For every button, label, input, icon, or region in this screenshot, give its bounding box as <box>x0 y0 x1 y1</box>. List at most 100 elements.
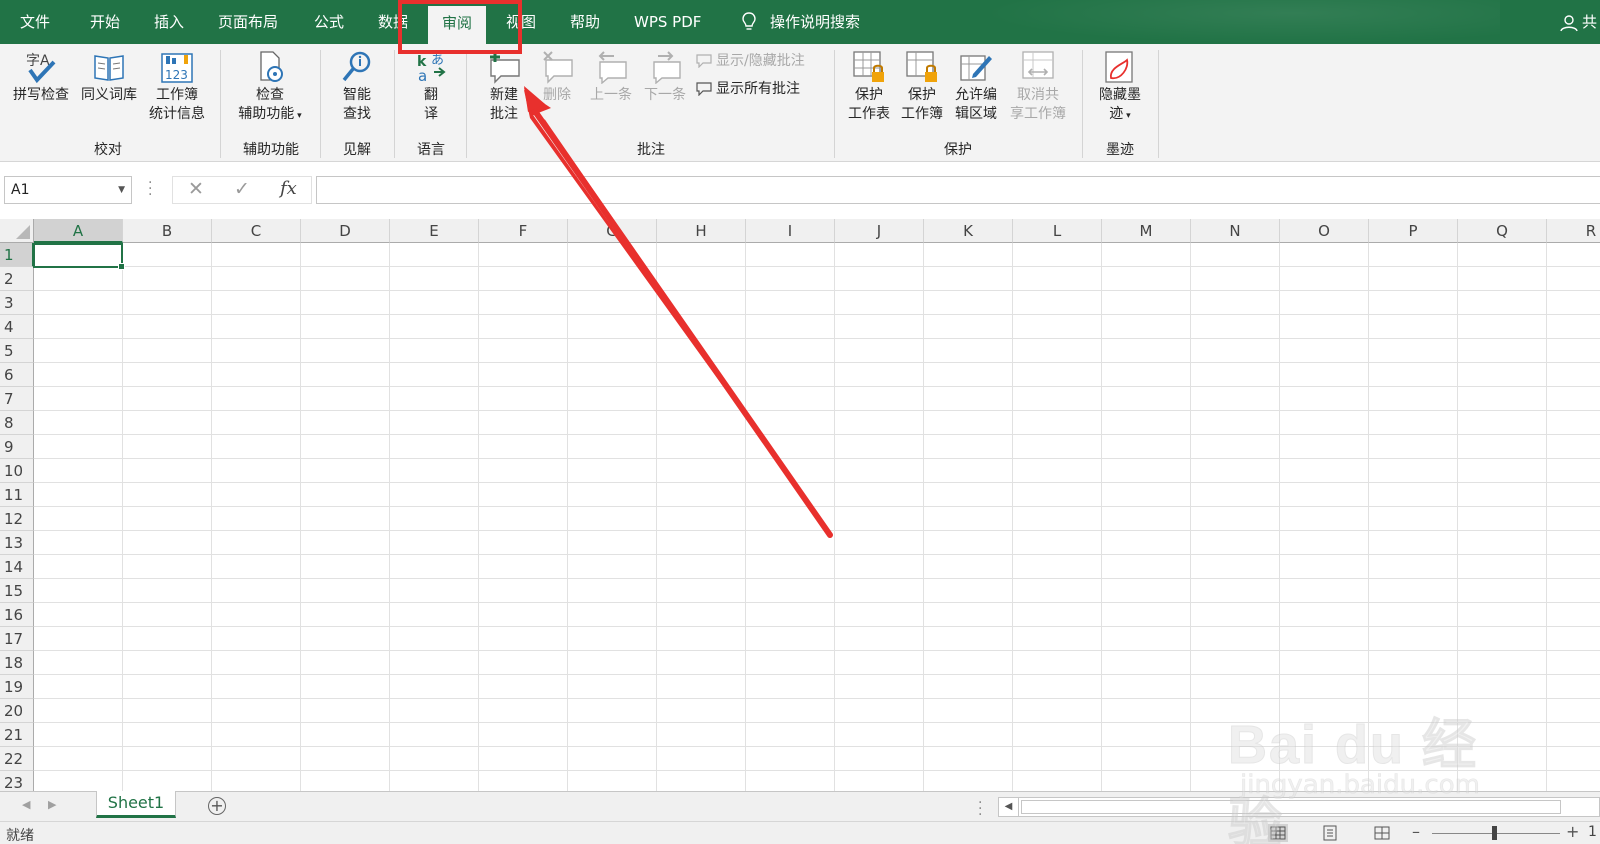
column-header[interactable]: F <box>479 219 568 243</box>
menu-file[interactable]: 文件 <box>20 0 50 44</box>
column-header[interactable]: D <box>301 219 390 243</box>
column-header[interactable]: R <box>1547 219 1600 243</box>
gridline-horizontal <box>34 410 1600 411</box>
column-header[interactable]: L <box>1013 219 1102 243</box>
row-header[interactable]: 4 <box>0 315 34 339</box>
cancel-icon[interactable]: ✕ <box>188 178 204 200</box>
zoom-percentage[interactable]: 1 <box>1588 824 1597 840</box>
ribbon-separator <box>1158 50 1159 158</box>
row-header[interactable]: 7 <box>0 387 34 411</box>
protect-sheet-button[interactable]: 保护 工作表 <box>844 50 894 124</box>
row-header[interactable]: 18 <box>0 651 34 675</box>
row-header[interactable]: 19 <box>0 675 34 699</box>
column-header[interactable]: A <box>34 219 123 243</box>
protect-workbook-button[interactable]: 保护 工作簿 <box>896 50 948 124</box>
row-header[interactable]: 17 <box>0 627 34 651</box>
column-header[interactable]: E <box>390 219 479 243</box>
row-header[interactable]: 16 <box>0 603 34 627</box>
previous-sheet-icon[interactable]: ◀ <box>22 798 30 811</box>
formula-bar-grip-icon[interactable]: · · · <box>148 176 152 202</box>
column-header[interactable]: J <box>835 219 924 243</box>
column-header[interactable]: K <box>924 219 1013 243</box>
row-header[interactable]: 15 <box>0 579 34 603</box>
group-proofing: 校对 <box>94 142 122 158</box>
unshare-workbook-button[interactable]: 取消共 享工作簿 <box>1004 50 1072 124</box>
menu-insert[interactable]: 插入 <box>154 0 184 44</box>
hide-ink-button[interactable]: 隐藏墨 迹 ▾ <box>1092 50 1148 126</box>
menu-page-layout[interactable]: 页面布局 <box>218 0 278 44</box>
column-header[interactable]: B <box>123 219 212 243</box>
row-header[interactable]: 10 <box>0 459 34 483</box>
unshare-workbook-icon <box>1022 51 1054 79</box>
tab-splitter-grip-icon[interactable]: · · · <box>978 796 982 822</box>
sheet-tab-sheet1[interactable]: Sheet1 <box>96 791 176 818</box>
row-header[interactable]: 14 <box>0 555 34 579</box>
column-header[interactable]: P <box>1369 219 1458 243</box>
user-icon[interactable] <box>1560 14 1578 32</box>
row-header[interactable]: 9 <box>0 435 34 459</box>
column-header[interactable]: Q <box>1458 219 1547 243</box>
hide-ink-label-2: 迹 <box>1109 106 1124 122</box>
show-all-comments-button[interactable]: 显示所有批注 <box>696 80 800 98</box>
next-sheet-icon[interactable]: ▶ <box>48 798 56 811</box>
delete-comment-button[interactable]: 删除 <box>532 50 582 105</box>
row-header[interactable]: 21 <box>0 723 34 747</box>
tell-me-search[interactable]: 操作说明搜索 <box>770 0 860 44</box>
row-header[interactable]: 2 <box>0 267 34 291</box>
row-header[interactable]: 22 <box>0 747 34 771</box>
menu-wps-pdf[interactable]: WPS PDF <box>634 0 701 44</box>
previous-comment-button[interactable]: 上一条 <box>584 50 638 105</box>
column-header[interactable]: H <box>657 219 746 243</box>
row-header[interactable]: 6 <box>0 363 34 387</box>
column-header[interactable]: I <box>746 219 835 243</box>
smart-lookup-button[interactable]: 智能 查找 <box>330 50 384 124</box>
ribbon-separator <box>1082 50 1083 158</box>
chevron-down-icon[interactable]: ▼ <box>118 177 125 203</box>
add-sheet-icon[interactable]: + <box>208 797 226 815</box>
row-header[interactable]: 13 <box>0 531 34 555</box>
edit-ranges-icon <box>960 55 992 81</box>
check-accessibility-label-2: 辅助功能 <box>238 106 295 122</box>
name-box[interactable]: A1 ▼ <box>4 176 132 204</box>
column-header[interactable]: N <box>1191 219 1280 243</box>
insert-function-button[interactable]: fx <box>280 178 297 199</box>
gridline-horizontal <box>34 290 1600 291</box>
share-button[interactable]: 共 <box>1582 0 1597 44</box>
gridline-horizontal <box>34 626 1600 627</box>
row-header[interactable]: 23 <box>0 771 34 791</box>
row-header[interactable]: 20 <box>0 699 34 723</box>
comment-toggle-icon <box>696 54 712 69</box>
allow-edit-ranges-button[interactable]: 允许编 辑区域 <box>950 50 1002 124</box>
row-header[interactable]: 8 <box>0 411 34 435</box>
unshare-workbook-label-1: 取消共 <box>1017 87 1059 103</box>
thesaurus-button[interactable]: 同义词库 <box>76 50 142 105</box>
row-header[interactable]: 12 <box>0 507 34 531</box>
translate-label-2: 译 <box>424 106 438 122</box>
formula-input[interactable] <box>316 176 1600 204</box>
spelling-label: 拼写检查 <box>13 87 69 103</box>
column-header[interactable]: M <box>1102 219 1191 243</box>
zoom-in-button[interactable]: + <box>1566 822 1579 841</box>
scroll-left-icon[interactable]: ◀ <box>999 798 1019 816</box>
translate-button[interactable]: k あ a 翻 译 <box>404 50 458 124</box>
column-header[interactable]: O <box>1280 219 1369 243</box>
workbook-stats-button[interactable]: 123 工作簿 统计信息 <box>142 50 212 124</box>
menu-help[interactable]: 帮助 <box>570 0 600 44</box>
row-header[interactable]: 11 <box>0 483 34 507</box>
menu-home[interactable]: 开始 <box>90 0 120 44</box>
row-header[interactable]: 1 <box>0 243 34 267</box>
enter-icon[interactable]: ✓ <box>234 178 250 200</box>
column-header[interactable]: G <box>568 219 657 243</box>
next-comment-button[interactable]: 下一条 <box>638 50 692 105</box>
select-all-button[interactable] <box>0 219 34 243</box>
menu-formulas[interactable]: 公式 <box>314 0 344 44</box>
active-cell-a1[interactable] <box>33 243 125 270</box>
new-comment-button[interactable]: 新建 批注 <box>476 50 532 124</box>
spelling-button[interactable]: 字A 拼写检查 <box>8 50 74 105</box>
translate-icon: k あ a <box>417 53 446 84</box>
check-accessibility-button[interactable]: 检查 辅助功能 ▾ <box>230 50 310 126</box>
column-header[interactable]: C <box>212 219 301 243</box>
row-header[interactable]: 5 <box>0 339 34 363</box>
show-hide-comment-button[interactable]: 显示/隐藏批注 <box>696 52 805 70</box>
row-header[interactable]: 3 <box>0 291 34 315</box>
